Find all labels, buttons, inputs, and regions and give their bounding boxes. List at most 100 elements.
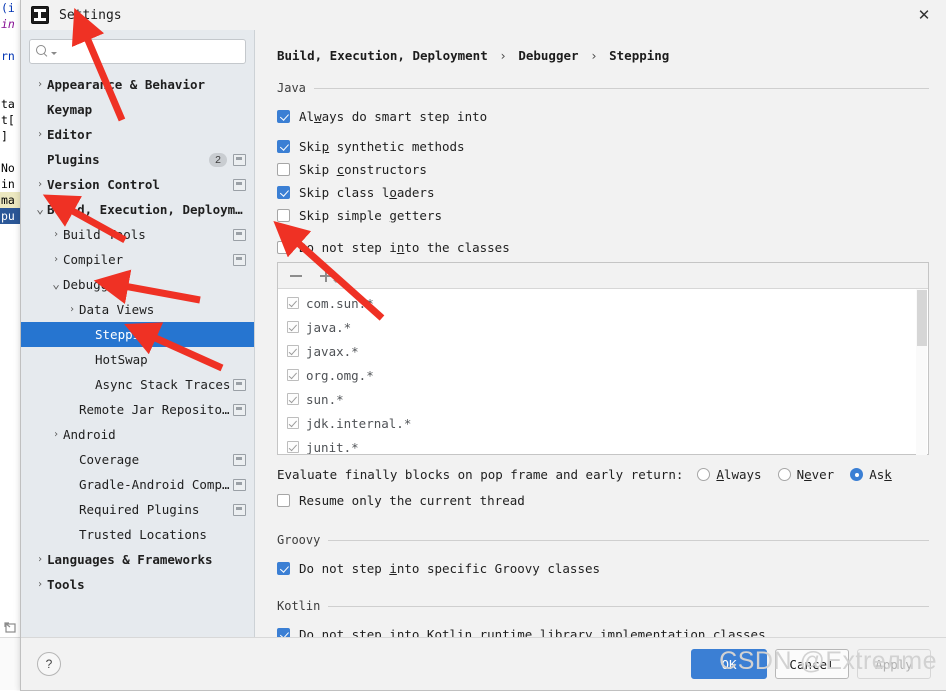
class-list-item-checkbox[interactable]: [287, 393, 299, 405]
chevron-right-icon[interactable]: ›: [33, 129, 47, 140]
sidebar-item-debugger[interactable]: ⌄ Debugger: [21, 272, 254, 297]
kotlin-checkbox-group: Do not step into Kotlin runtime library …: [277, 623, 929, 637]
class-list-item-checkbox[interactable]: [287, 417, 299, 429]
settings-tree[interactable]: › Appearance & Behavior Keymap › Editor Plugi…: [21, 70, 254, 637]
sidebar-item-keymap[interactable]: Keymap: [21, 97, 254, 122]
sidebar-item-appearance-behavior[interactable]: › Appearance & Behavior: [21, 72, 254, 97]
sidebar-item-hotswap[interactable]: HotSwap: [21, 347, 254, 372]
radio-label: Never: [796, 467, 835, 482]
class-list-item[interactable]: sun.*: [278, 387, 928, 411]
evaluate-finally-radio-group[interactable]: Always Never Ask: [697, 467, 907, 482]
evaluate-finally-row: Evaluate finally blocks on pop frame and…: [277, 467, 929, 482]
search-box[interactable]: [29, 39, 246, 64]
radio-always[interactable]: Always: [697, 467, 762, 482]
class-list-item-checkbox[interactable]: [287, 369, 299, 381]
checkbox-row-always-do-smart-step-into[interactable]: Always do smart step into: [277, 105, 929, 127]
apply-button[interactable]: Apply: [857, 649, 931, 679]
breadcrumb: Build, Execution, Deployment › Debugger …: [277, 48, 929, 63]
chevron-down-icon[interactable]: [333, 279, 339, 283]
cancel-button[interactable]: Cancel: [775, 649, 849, 679]
checkbox-label: Skip class loaders: [299, 184, 435, 200]
chevron-right-icon[interactable]: ›: [33, 554, 47, 565]
radio-never[interactable]: Never: [777, 467, 835, 482]
radio-button-always[interactable]: [697, 468, 711, 481]
checkbox-label: Always do smart step into: [299, 108, 488, 124]
radio-button-ask[interactable]: [850, 468, 864, 481]
sidebar-item-plugins[interactable]: Plugins 2: [21, 147, 254, 172]
resume-only-current-thread-checkbox[interactable]: [277, 493, 290, 507]
checkbox-do-not-step-into-the-classes[interactable]: [277, 240, 290, 254]
checkbox-row-skip-constructors[interactable]: Skip constructors: [277, 158, 929, 180]
checkbox-do-not-step-into-kotlin-runtime-library-implementation-classes[interactable]: [277, 627, 290, 637]
checkbox-row-do-not-step-into-specific-groovy-classes[interactable]: Do not step into specific Groovy classes: [277, 557, 929, 579]
sidebar-item-version-control[interactable]: › Version Control: [21, 172, 254, 197]
sidebar-item-stepping[interactable]: Stepping: [21, 322, 254, 347]
chevron-right-icon[interactable]: ›: [65, 304, 79, 315]
sidebar-item-label: Tools: [47, 577, 85, 592]
chevron-down-icon[interactable]: ⌄: [49, 278, 63, 291]
radio-button-never[interactable]: [777, 468, 791, 481]
expand-tool-window-icon[interactable]: [3, 620, 19, 636]
sidebar-item-build-execution-deployment[interactable]: ⌄ Build, Execution, Deployment: [21, 197, 254, 222]
project-scope-icon: [233, 478, 246, 491]
do-not-step-into-classes-list[interactable]: com.sun.* java.* javax.* org.omg.* sun.* jdk.…: [277, 262, 929, 455]
class-list-items[interactable]: com.sun.* java.* javax.* org.omg.* sun.* jdk.…: [278, 289, 928, 454]
checkbox-row-do-not-step-into-the-classes[interactable]: Do not step into the classes: [277, 236, 929, 258]
close-icon[interactable]: ✕: [901, 0, 946, 30]
sidebar-item-android[interactable]: › Android: [21, 422, 254, 447]
class-list-item[interactable]: jdk.internal.*: [278, 411, 928, 435]
help-button[interactable]: ?: [37, 652, 61, 676]
sidebar-item-languages-frameworks[interactable]: › Languages & Frameworks: [21, 547, 254, 572]
chevron-right-icon[interactable]: ›: [33, 79, 47, 90]
sidebar-item-build-tools[interactable]: › Build Tools: [21, 222, 254, 247]
class-list-item-checkbox[interactable]: [287, 345, 299, 357]
sidebar-item-required-plugins[interactable]: Required Plugins: [21, 497, 254, 522]
class-list-item-checkbox[interactable]: [287, 321, 299, 333]
resume-only-current-thread-row[interactable]: Resume only the current thread: [277, 489, 929, 511]
sidebar-item-gradle-android-compiler[interactable]: Gradle-Android Compiler: [21, 472, 254, 497]
checkbox-skip-simple-getters[interactable]: [277, 208, 290, 222]
sidebar-item-remote-jar-repositories[interactable]: Remote Jar Repositories: [21, 397, 254, 422]
search-input[interactable]: [57, 43, 239, 60]
checkbox-row-skip-class-loaders[interactable]: Skip class loaders: [277, 181, 929, 203]
ok-button[interactable]: OK: [691, 649, 767, 679]
remove-icon[interactable]: [288, 268, 304, 284]
sidebar-item-editor[interactable]: › Editor: [21, 122, 254, 147]
class-list-item[interactable]: com.sun.*: [278, 291, 928, 315]
checkbox-row-do-not-step-into-kotlin-runtime-library-implementation-classes[interactable]: Do not step into Kotlin runtime library …: [277, 623, 929, 637]
sidebar-item-compiler[interactable]: › Compiler: [21, 247, 254, 272]
sidebar-item-async-stack-traces[interactable]: Async Stack Traces: [21, 372, 254, 397]
class-list-item[interactable]: javax.*: [278, 339, 928, 363]
checkbox-skip-constructors[interactable]: [277, 162, 290, 176]
checkbox-row-skip-synthetic-methods[interactable]: Skip synthetic methods: [277, 135, 929, 157]
checkbox-label: Do not step into Kotlin runtime library …: [299, 626, 766, 638]
radio-ask[interactable]: Ask: [850, 467, 892, 482]
checkbox-always-do-smart-step-into[interactable]: [277, 109, 290, 123]
group-divider: [313, 87, 929, 89]
sidebar-item-data-views[interactable]: › Data Views: [21, 297, 254, 322]
checkbox-skip-class-loaders[interactable]: [277, 185, 290, 199]
checkbox-do-not-step-into-specific-groovy-classes[interactable]: [277, 561, 290, 575]
class-list-item-checkbox[interactable]: [287, 441, 299, 453]
sidebar-item-tools[interactable]: › Tools: [21, 572, 254, 597]
chevron-down-icon[interactable]: ⌄: [33, 203, 47, 216]
intellij-idea-logo-icon: [31, 6, 49, 24]
class-list-item[interactable]: java.*: [278, 315, 928, 339]
checkbox-skip-synthetic-methods[interactable]: [277, 139, 290, 153]
add-icon[interactable]: [318, 268, 339, 284]
class-list-item[interactable]: org.omg.*: [278, 363, 928, 387]
class-list-item[interactable]: junit.*: [278, 435, 928, 454]
chevron-right-icon[interactable]: ›: [49, 254, 63, 265]
settings-sidebar: › Appearance & Behavior Keymap › Editor Plugi…: [21, 30, 255, 637]
sidebar-item-label: Remote Jar Repositories: [79, 402, 233, 417]
sidebar-item-trusted-locations[interactable]: Trusted Locations: [21, 522, 254, 547]
chevron-right-icon[interactable]: ›: [49, 229, 63, 240]
chevron-right-icon[interactable]: ›: [33, 179, 47, 190]
sidebar-item-label: Stepping: [95, 327, 156, 342]
class-list-item-checkbox[interactable]: [287, 297, 299, 309]
chevron-right-icon[interactable]: ›: [49, 429, 63, 440]
checkbox-row-skip-simple-getters[interactable]: Skip simple getters: [277, 204, 929, 226]
sidebar-item-coverage[interactable]: Coverage: [21, 447, 254, 472]
class-list-scrollbar-thumb[interactable]: [917, 290, 927, 346]
chevron-right-icon[interactable]: ›: [33, 579, 47, 590]
